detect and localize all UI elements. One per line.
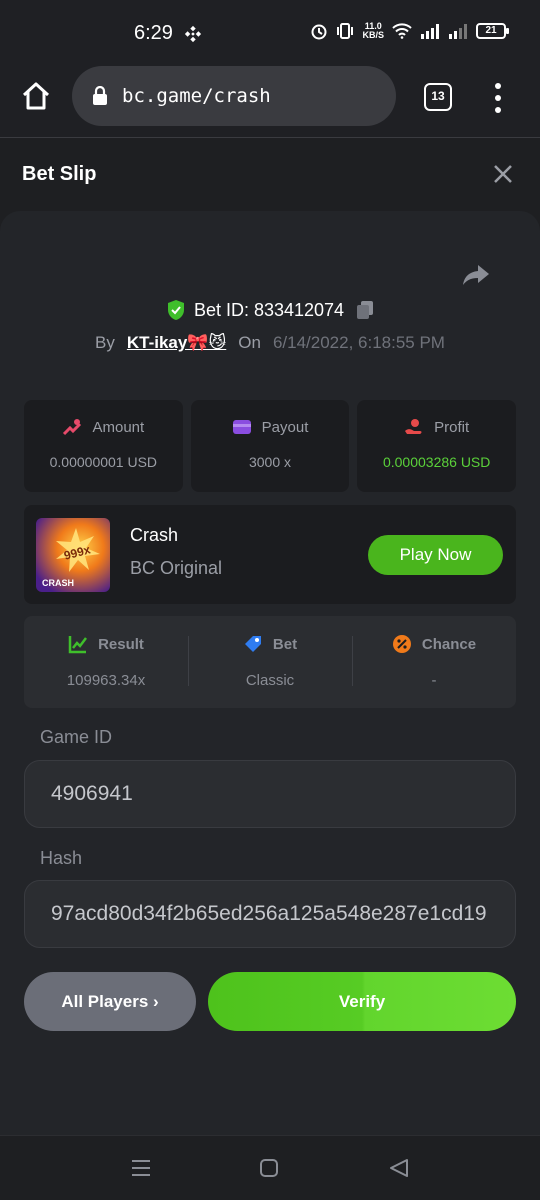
recent-apps-icon[interactable]: [130, 1158, 152, 1178]
bet-byline: By KT-ikay🎀😼 On 6/14/2022, 6:18:55 PM: [0, 333, 540, 353]
percent-icon: [392, 635, 411, 653]
bet-slip-panel: Bet ID: 833412074 By KT-ikay🎀😼 On 6/14/2…: [0, 211, 540, 1135]
bettor-username[interactable]: KT-ikay🎀😼: [127, 333, 226, 353]
url-bar[interactable]: bc.game/crash: [72, 66, 396, 126]
verify-button[interactable]: Verify: [208, 972, 516, 1031]
share-icon[interactable]: [462, 263, 490, 287]
bet-type-label: Bet: [272, 635, 298, 653]
copy-icon[interactable]: [356, 300, 374, 320]
game-provider: BC Original: [130, 558, 223, 578]
game-card: 999x CRASH Crash BC Original Play Now: [24, 505, 516, 604]
result-chart-icon: [68, 636, 88, 654]
home-nav-icon[interactable]: [259, 1158, 279, 1178]
thumb-label-text: CRASH: [42, 578, 74, 588]
stat-payout-value: 3000 x: [248, 454, 292, 470]
network-speed: 11.0 KB/S: [362, 22, 384, 40]
system-nav-bar: [0, 1135, 540, 1200]
crash-game-thumbnail[interactable]: 999x CRASH: [36, 518, 110, 592]
hash-field[interactable]: 97acd80d34f2b65ed256a125a548e287e1cd19: [24, 880, 516, 948]
battery-icon: 21: [476, 23, 509, 39]
chance-value: -: [431, 672, 437, 689]
stat-payout-label: Payout: [261, 418, 309, 436]
amount-icon: [63, 419, 82, 436]
hash-label: Hash: [40, 848, 83, 868]
status-bar: 6:29 11.0 KB/S 21: [0, 0, 540, 66]
binance-icon: [184, 25, 202, 43]
stat-profit-label: Profit: [434, 418, 470, 436]
stat-profit: Profit 0.00003286 USD: [357, 400, 517, 492]
chance-column: Chance -: [352, 616, 516, 708]
url-text[interactable]: bc.game/crash: [122, 85, 271, 107]
bet-slip-header: Bet Slip: [0, 139, 540, 211]
page-title: Bet Slip: [22, 163, 97, 185]
chance-label: Chance: [421, 635, 477, 653]
stat-amount-value: 0.00000001 USD: [49, 454, 158, 470]
result-summary: Result 109963.34x Bet Classic Chance -: [24, 616, 516, 708]
play-now-button[interactable]: Play Now: [368, 535, 503, 575]
by-label: By: [95, 333, 115, 352]
bet-id: Bet ID: 833412074: [193, 299, 345, 320]
stat-payout: Payout 3000 x: [190, 400, 350, 492]
home-icon[interactable]: [20, 80, 52, 112]
alarm-icon: [311, 24, 327, 40]
bet-type-value: Classic: [245, 672, 295, 689]
vibrate-icon: [337, 23, 354, 39]
bet-tag-icon: [244, 636, 261, 652]
game-id-field[interactable]: 4906941: [24, 760, 516, 828]
back-nav-icon[interactable]: [388, 1158, 410, 1178]
tab-switcher-button[interactable]: 13: [424, 83, 452, 111]
result-label: Result: [98, 635, 144, 653]
result-value: 109963.34x: [66, 672, 146, 689]
close-icon[interactable]: [492, 163, 514, 185]
stat-profit-value: 0.00003286 USD: [382, 454, 491, 470]
game-name: Crash: [130, 525, 179, 545]
wallet-icon: [232, 420, 251, 434]
bet-date: 6/14/2022, 6:18:55 PM: [272, 333, 445, 352]
bet-id-row: Bet ID: 833412074: [0, 299, 540, 321]
stat-amount-label: Amount: [92, 418, 145, 436]
lock-icon: [93, 86, 107, 105]
signal-icon-2: [449, 24, 467, 39]
game-id-label: Game ID: [40, 727, 113, 747]
on-label: On: [238, 333, 261, 352]
all-players-button[interactable]: All Players ›: [24, 972, 196, 1031]
status-time: 6:29: [134, 22, 173, 44]
profit-hand-icon: [405, 419, 422, 434]
more-options-icon[interactable]: [486, 80, 510, 116]
bet-stats: Amount 0.00000001 USD Payout 3000 x Prof…: [24, 400, 517, 492]
browser-toolbar: bc.game/crash 13: [0, 66, 540, 138]
bet-type-column: Bet Classic: [188, 616, 352, 708]
result-column: Result 109963.34x: [24, 616, 188, 708]
wifi-icon: [392, 23, 412, 39]
network-speed-unit: KB/S: [362, 30, 384, 40]
verified-shield-icon: [167, 300, 184, 320]
stat-amount: Amount 0.00000001 USD: [24, 400, 183, 492]
signal-icon: [421, 24, 439, 39]
